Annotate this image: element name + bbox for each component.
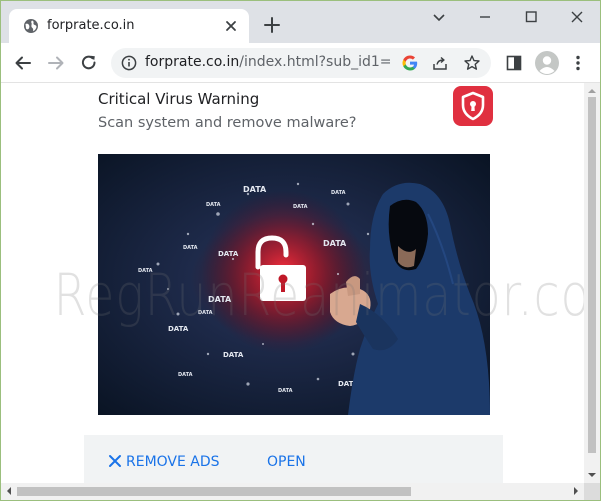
scroll-left-arrow-icon[interactable]	[1, 483, 17, 499]
url-host: forprate.co.in	[145, 54, 240, 70]
browser-toolbar: forprate.co.in/index.html?sub_id1=	[1, 43, 600, 83]
data-label: DATA	[331, 190, 346, 196]
profile-avatar-icon[interactable]	[535, 51, 559, 75]
google-icon[interactable]	[401, 54, 419, 72]
data-label: DATA	[206, 202, 221, 208]
back-arrow-icon[interactable]	[13, 53, 33, 73]
page-content: Critical Virus Warning Scan system and r…	[1, 83, 584, 483]
notification-subtitle: Scan system and remove malware?	[98, 115, 357, 131]
notification-title: Critical Virus Warning	[98, 90, 260, 108]
address-bar[interactable]: forprate.co.in/index.html?sub_id1=	[111, 48, 491, 78]
data-label: DATA	[178, 372, 193, 378]
chevron-down-icon[interactable]	[427, 7, 451, 27]
person-icon	[535, 51, 559, 75]
data-label: DATA	[243, 185, 267, 194]
kebab-menu-icon[interactable]	[568, 53, 588, 73]
data-label: DATA	[138, 268, 153, 274]
data-label: DATA	[293, 204, 308, 210]
vertical-scroll-thumb[interactable]	[588, 97, 596, 453]
scroll-down-arrow-icon[interactable]	[584, 467, 600, 483]
data-label: DATA	[183, 245, 198, 251]
hacker-unlocked-padlock-image: DATA DATA DATA DATA DATA DATA DATA DATA …	[98, 154, 490, 415]
url-text[interactable]: forprate.co.in/index.html?sub_id1=	[145, 54, 390, 70]
scroll-right-arrow-icon[interactable]	[568, 483, 584, 499]
share-icon[interactable]	[431, 54, 449, 72]
data-label: DATA	[198, 310, 213, 316]
tab-title: forprate.co.in	[47, 18, 135, 33]
close-icon	[109, 455, 121, 467]
forward-arrow-icon[interactable]	[46, 53, 66, 73]
data-label: DATA	[208, 295, 232, 304]
star-icon[interactable]	[463, 54, 481, 72]
tab-forprate[interactable]: forprate.co.in	[9, 9, 249, 43]
minimize-icon[interactable]	[473, 7, 497, 27]
data-label: DATA	[218, 250, 239, 258]
plus-icon[interactable]	[263, 16, 281, 34]
horizontal-scrollbar[interactable]	[1, 483, 584, 500]
remove-ads-label: REMOVE ADS	[126, 454, 220, 470]
vertical-scrollbar[interactable]	[584, 83, 600, 483]
reload-icon[interactable]	[79, 53, 99, 73]
tab-strip: forprate.co.in	[1, 1, 600, 43]
info-icon[interactable]	[121, 55, 137, 71]
tab-close-icon[interactable]	[223, 18, 239, 34]
maximize-icon[interactable]	[519, 7, 543, 27]
data-label: DATA	[278, 388, 293, 394]
data-label: DATA	[223, 351, 244, 359]
open-button[interactable]: OPEN	[267, 454, 306, 470]
url-path: /index.html?sub_id1=	[239, 54, 390, 70]
shield-badge	[453, 86, 493, 126]
scrollbar-corner	[584, 483, 600, 500]
remove-ads-button[interactable]: REMOVE ADS	[108, 454, 220, 470]
browser-window: forprate.co.in forprate.co.in/index.html…	[0, 0, 601, 501]
shield-icon	[461, 91, 485, 121]
horizontal-scroll-thumb[interactable]	[17, 487, 411, 496]
data-label: DATA	[168, 325, 189, 333]
window-close-icon[interactable]	[565, 7, 589, 27]
globe-icon	[24, 19, 38, 33]
data-label: DATA	[323, 239, 347, 248]
notification-actions: REMOVE ADS OPEN	[84, 435, 503, 483]
side-panel-icon[interactable]	[504, 53, 524, 73]
